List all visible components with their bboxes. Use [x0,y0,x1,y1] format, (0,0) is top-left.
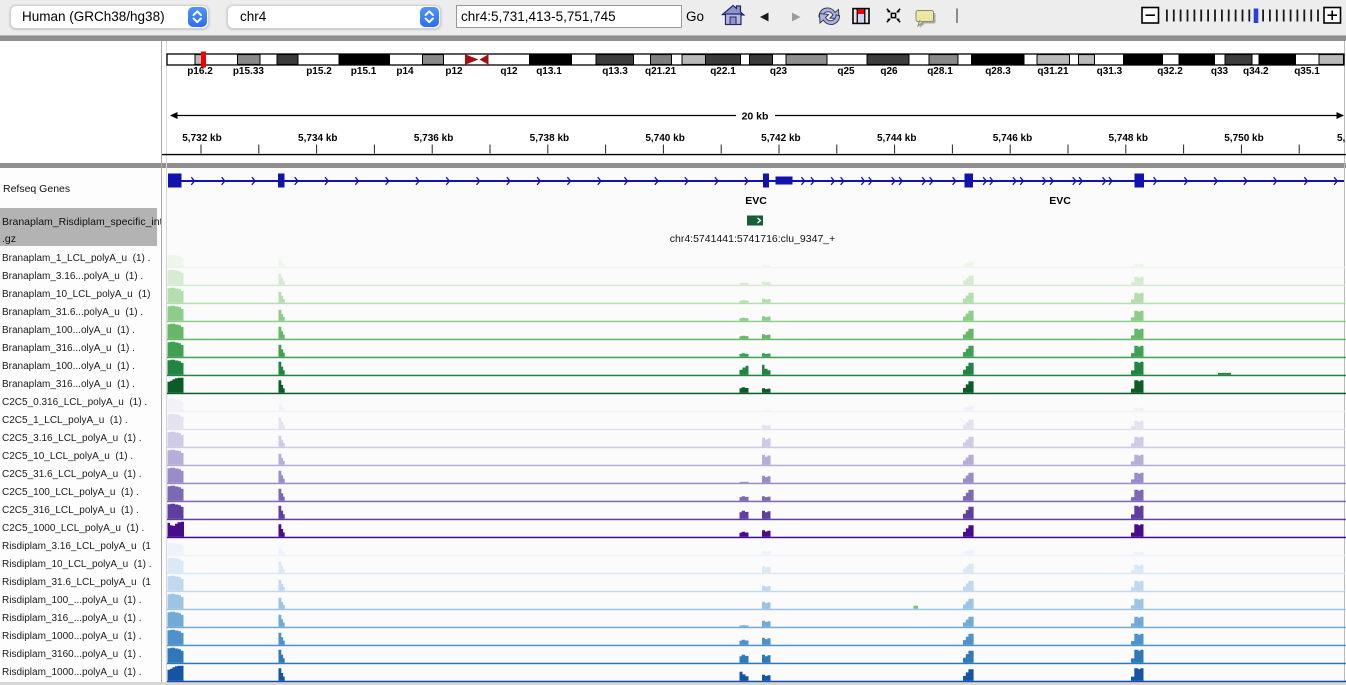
svg-text:q13.1: q13.1 [536,66,562,77]
svg-text:q31.21: q31.21 [1037,66,1069,77]
svg-text:5,734 kb: 5,734 kb [298,133,337,144]
svg-text:5,732 kb: 5,732 kb [182,133,221,144]
svg-text:p12: p12 [445,66,463,77]
svg-text:5,: 5, [1337,133,1346,144]
svg-text:p14: p14 [396,66,414,77]
svg-text:q33: q33 [1211,66,1229,77]
svg-text:p15.2: p15.2 [306,66,332,77]
svg-text:5,742 kb: 5,742 kb [761,133,800,144]
svg-text:5,750 kb: 5,750 kb [1224,133,1263,144]
svg-text:5,740 kb: 5,740 kb [645,133,684,144]
svg-text:q26: q26 [880,66,898,77]
svg-text:q32.2: q32.2 [1157,66,1183,77]
svg-text:5,738 kb: 5,738 kb [530,133,569,144]
svg-text:q13.3: q13.3 [602,66,628,77]
svg-text:q28.1: q28.1 [927,66,953,77]
svg-text:q12: q12 [500,66,518,77]
svg-text:q34.2: q34.2 [1243,66,1269,77]
svg-text:5,744 kb: 5,744 kb [877,133,916,144]
svg-text:q25: q25 [837,66,855,77]
svg-text:p15.1: p15.1 [351,66,377,77]
svg-text:q21.21: q21.21 [645,66,677,77]
svg-text:p16.2: p16.2 [187,66,213,77]
svg-text:p15.33: p15.33 [233,66,265,77]
svg-text:q31.3: q31.3 [1097,66,1123,77]
svg-text:5,746 kb: 5,746 kb [993,133,1032,144]
svg-text:5,736 kb: 5,736 kb [414,133,453,144]
svg-text:20 kb: 20 kb [742,111,769,123]
svg-text:q22.1: q22.1 [710,66,736,77]
svg-text:5,748 kb: 5,748 kb [1108,133,1147,144]
svg-text:q23: q23 [770,66,788,77]
svg-text:q35.1: q35.1 [1294,66,1320,77]
svg-text:q28.3: q28.3 [985,66,1011,77]
